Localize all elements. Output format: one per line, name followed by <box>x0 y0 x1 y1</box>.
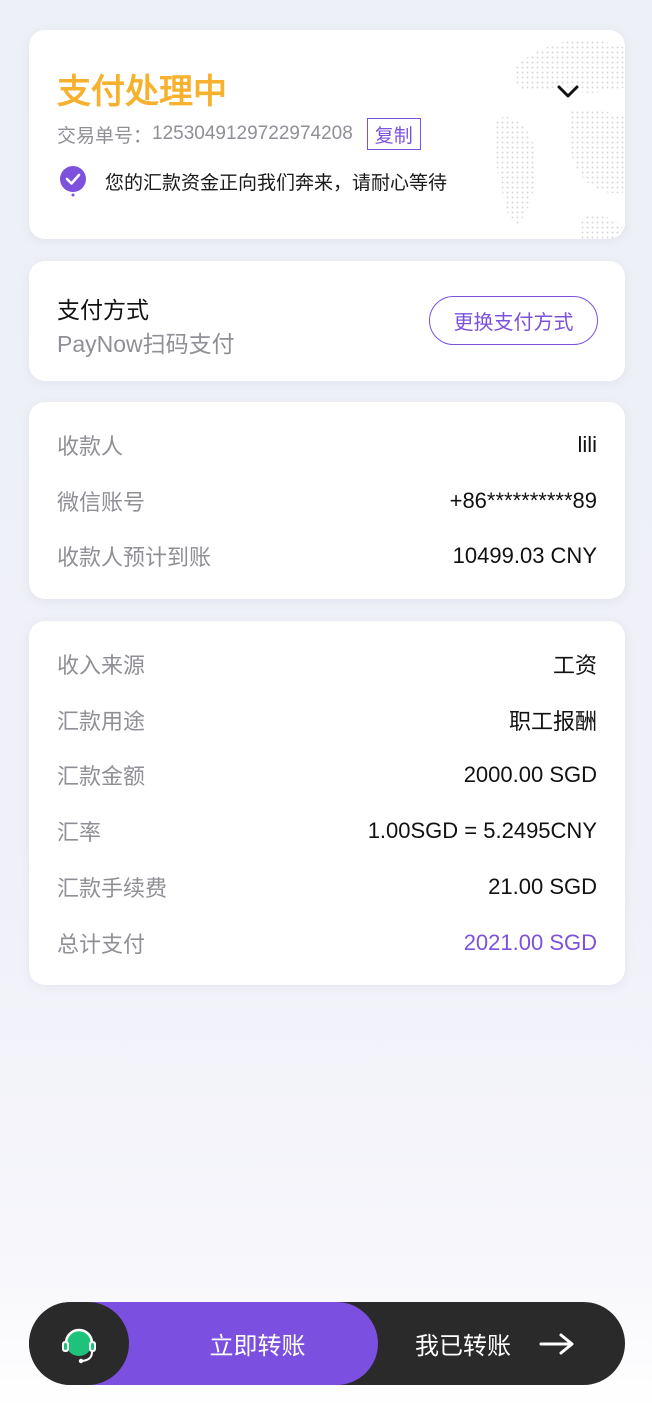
row-value: 工资 <box>552 653 597 678</box>
status-notice-text: 您的汇款资金正向我们奔来，请耐心等待 <box>105 172 448 194</box>
total-payment-row: 总计支付 2021.00 SGD <box>57 928 597 958</box>
row-label: 收入来源 <box>57 653 146 678</box>
payment-method-value: PayNow扫码支付 <box>57 331 235 357</box>
row-label: 汇款手续费 <box>57 876 168 901</box>
row-label: 总计支付 <box>57 932 146 957</box>
wechat-account-row: 微信账号 +86**********89 <box>57 486 597 516</box>
income-source-row: 收入来源 工资 <box>57 649 597 679</box>
already-transferred-label: 我已转账 <box>415 1333 511 1360</box>
payee-name-row: 收款人 lili <box>57 430 597 460</box>
order-number-label: 交易单号： <box>57 125 153 147</box>
status-title: 支付处理中 <box>57 73 227 111</box>
row-value: 10499.03 CNY <box>452 543 597 568</box>
transfer-now-button[interactable]: 立即转账 <box>87 1302 378 1385</box>
row-label: 收款人 <box>57 434 124 459</box>
row-label: 汇率 <box>57 820 102 845</box>
row-label: 汇款金额 <box>57 764 146 789</box>
order-number: 1253049129722974208 <box>152 123 353 144</box>
copy-button[interactable]: 复制 <box>366 118 421 150</box>
globe-decoration-icon <box>495 40 625 239</box>
row-value: lili <box>577 432 597 457</box>
row-value: 职工报酬 <box>508 709 597 734</box>
remittance-fee-row: 汇款手续费 21.00 SGD <box>57 872 597 902</box>
already-transferred-button[interactable]: 我已转账 <box>378 1302 625 1385</box>
estimated-receive-row: 收款人预计到账 10499.03 CNY <box>57 541 597 571</box>
status-notice: 您的汇款资金正向我们奔来，请耐心等待 <box>59 165 447 197</box>
change-payment-method-button[interactable]: 更换支付方式 <box>429 296 598 345</box>
bottom-action-bar: 立即转账 我已转账 <box>29 1302 625 1385</box>
arrow-right-icon <box>539 1333 574 1354</box>
check-circle-icon <box>60 166 86 197</box>
customer-service-headset-icon <box>62 1328 96 1363</box>
row-value: +86**********89 <box>449 488 597 513</box>
row-label: 微信账号 <box>57 490 146 515</box>
row-label: 汇款用途 <box>57 709 146 734</box>
row-label: 收款人预计到账 <box>57 545 212 570</box>
payment-method-title: 支付方式 <box>57 297 149 323</box>
row-value: 21.00 SGD <box>488 874 597 899</box>
remittance-amount-row: 汇款金额 2000.00 SGD <box>57 760 597 790</box>
exchange-rate-row: 汇率 1.00SGD = 5.2495CNY <box>57 816 597 846</box>
remittance-details-card: 收入来源 工资 汇款用途 职工报酬 汇款金额 2000.00 SGD 汇率 1.… <box>29 621 625 985</box>
row-value: 1.00SGD = 5.2495CNY <box>367 818 597 843</box>
payee-info-card: 收款人 lili 微信账号 +86**********89 收款人预计到账 10… <box>29 402 625 599</box>
remittance-purpose-row: 汇款用途 职工报酬 <box>57 705 597 735</box>
chevron-down-icon[interactable] <box>556 82 580 102</box>
payment-status-card: 支付处理中 交易单号： 1253049129722974208 复制 您的汇款资… <box>29 30 625 239</box>
order-number-row: 交易单号： 1253049129722974208 复制 <box>57 118 421 150</box>
total-payment-value: 2021.00 SGD <box>463 930 597 955</box>
payment-method-card: 支付方式 PayNow扫码支付 更换支付方式 <box>29 261 625 381</box>
row-value: 2000.00 SGD <box>463 762 597 787</box>
customer-service-button[interactable] <box>29 1302 129 1385</box>
